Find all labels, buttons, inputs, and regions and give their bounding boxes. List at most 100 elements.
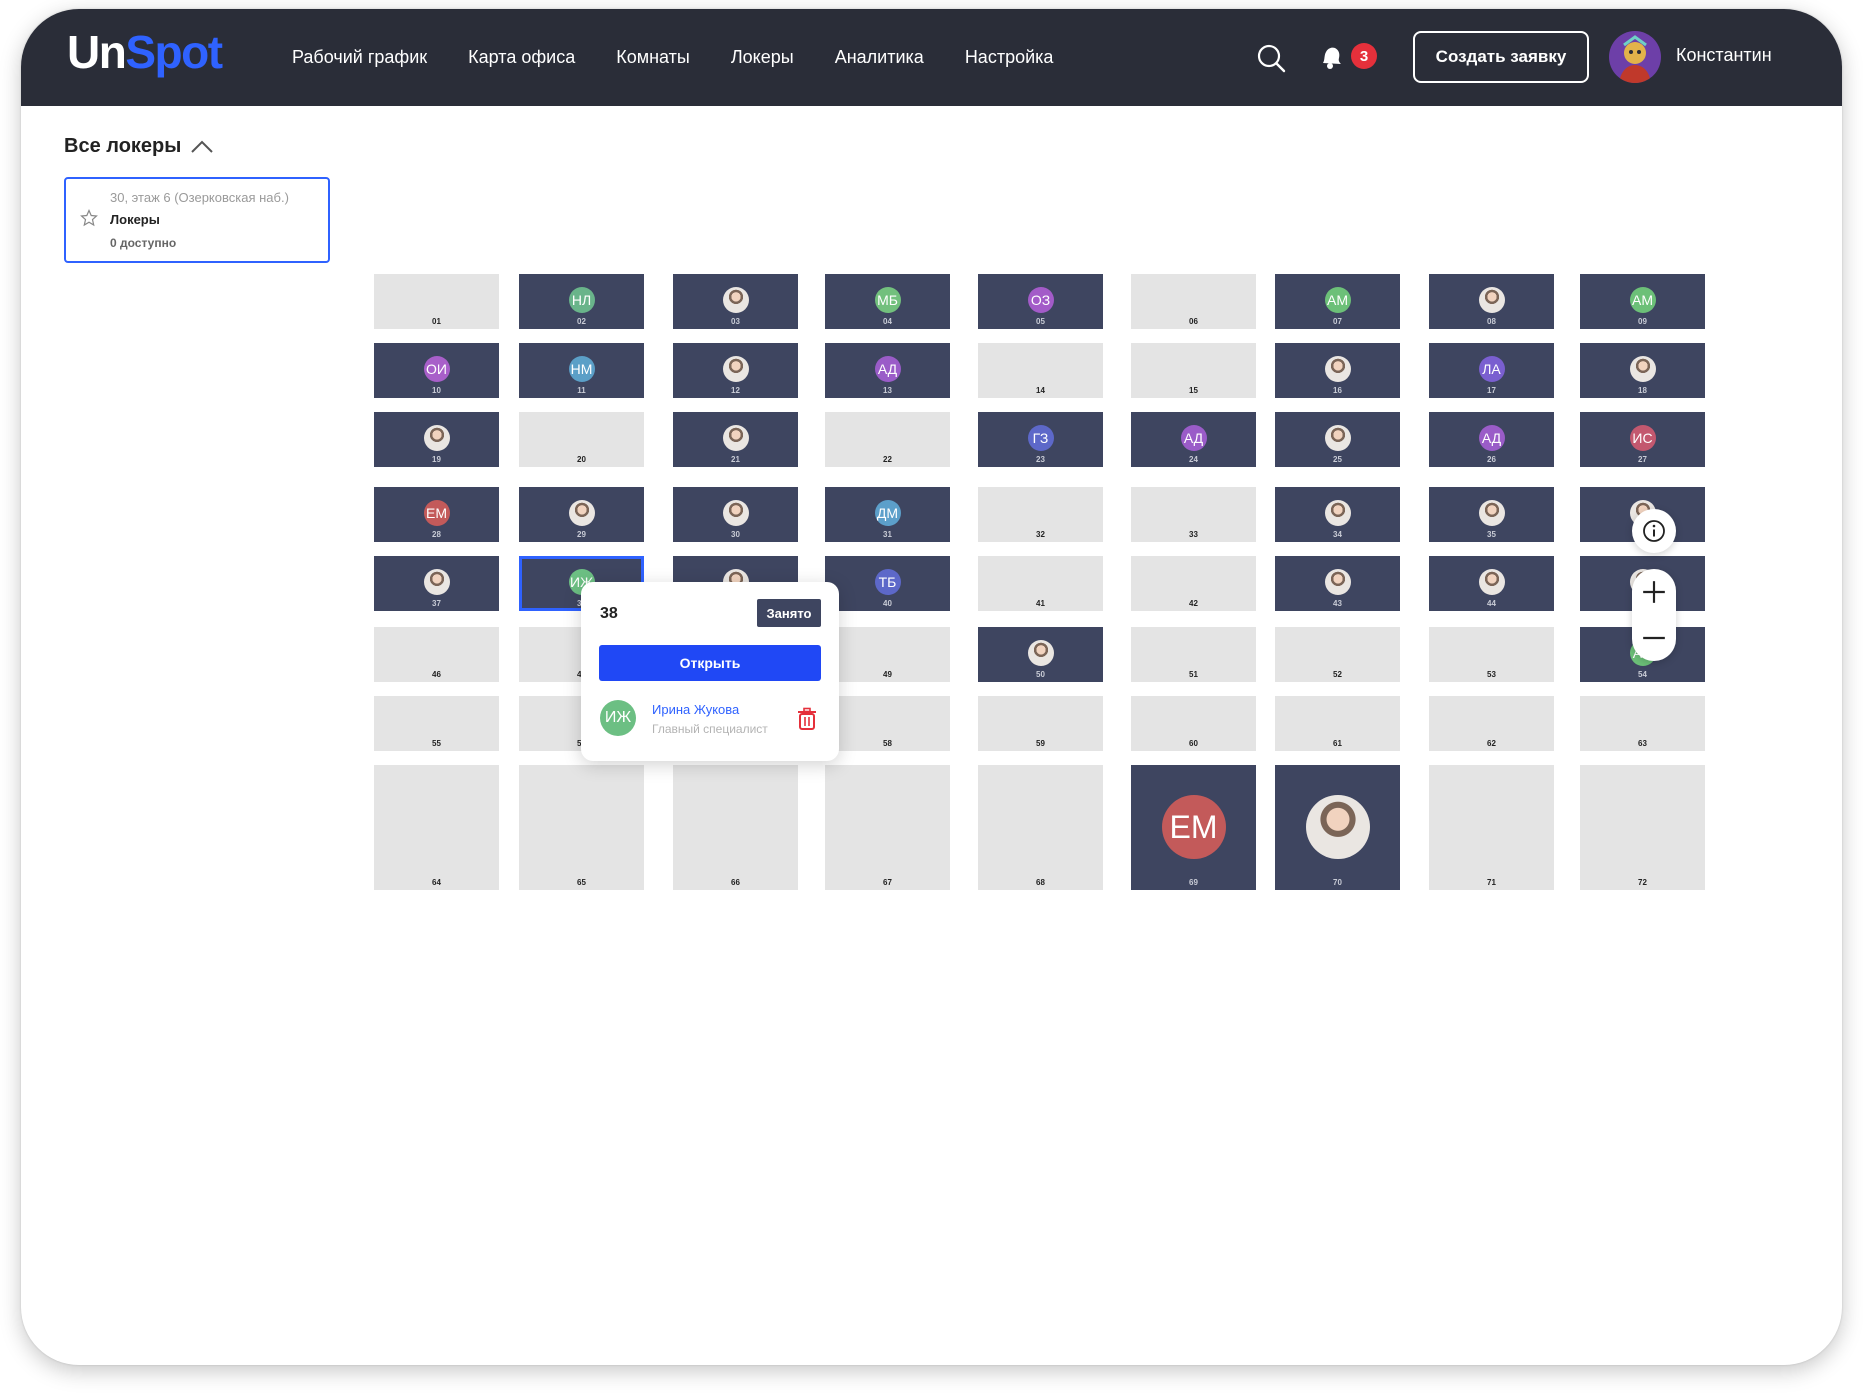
locker-49[interactable]: 49 xyxy=(825,627,950,682)
locker-user-photo xyxy=(423,569,450,595)
locker-user-avatar: НМ xyxy=(568,356,595,382)
locker-08[interactable]: 08 xyxy=(1429,274,1554,329)
locker-16[interactable]: 16 xyxy=(1275,343,1400,398)
locker-20[interactable]: 20 xyxy=(519,412,644,467)
locker-71[interactable]: 71 xyxy=(1429,765,1554,890)
locker-17[interactable]: ЛА 17 xyxy=(1429,343,1554,398)
locker-number: 62 xyxy=(1487,739,1496,748)
locker-01[interactable]: 01 xyxy=(374,274,499,329)
locker-number: 54 xyxy=(1638,670,1647,679)
zoom-controls xyxy=(1632,569,1676,661)
locker-number: 58 xyxy=(883,739,892,748)
locker-05[interactable]: ОЗ 05 xyxy=(978,274,1103,329)
locker-number: 67 xyxy=(883,878,892,887)
locker-14[interactable]: 14 xyxy=(978,343,1103,398)
locker-41[interactable]: 41 xyxy=(978,556,1103,611)
locker-user-photo xyxy=(1324,500,1351,526)
locker-09[interactable]: АМ 09 xyxy=(1580,274,1705,329)
locker-33[interactable]: 33 xyxy=(1131,487,1256,542)
locker-65[interactable]: 65 xyxy=(519,765,644,890)
locker-27[interactable]: ИС 27 xyxy=(1580,412,1705,467)
locker-23[interactable]: ГЗ 23 xyxy=(978,412,1103,467)
popup-user-name[interactable]: Ирина Жукова xyxy=(652,702,739,717)
locker-43[interactable]: 43 xyxy=(1275,556,1400,611)
locker-number: 63 xyxy=(1638,739,1647,748)
trash-icon[interactable] xyxy=(796,707,818,731)
locker-number: 42 xyxy=(1189,599,1198,608)
locker-04[interactable]: МБ 04 xyxy=(825,274,950,329)
locker-61[interactable]: 61 xyxy=(1275,696,1400,751)
locker-number: 04 xyxy=(883,317,892,326)
locker-03[interactable]: 03 xyxy=(673,274,798,329)
locker-02[interactable]: НЛ 02 xyxy=(519,274,644,329)
locker-51[interactable]: 51 xyxy=(1131,627,1256,682)
locker-number: 10 xyxy=(432,386,441,395)
locker-24[interactable]: АД 24 xyxy=(1131,412,1256,467)
locker-10[interactable]: ОИ 10 xyxy=(374,343,499,398)
locker-67[interactable]: 67 xyxy=(825,765,950,890)
locker-number: 27 xyxy=(1638,455,1647,464)
locker-13[interactable]: АД 13 xyxy=(825,343,950,398)
locker-25[interactable]: 25 xyxy=(1275,412,1400,467)
locker-number: 49 xyxy=(883,670,892,679)
locker-55[interactable]: 55 xyxy=(374,696,499,751)
locker-30[interactable]: 30 xyxy=(673,487,798,542)
locker-28[interactable]: ЕМ 28 xyxy=(374,487,499,542)
locker-60[interactable]: 60 xyxy=(1131,696,1256,751)
locker-69[interactable]: ЕМ 69 xyxy=(1131,765,1256,890)
locker-66[interactable]: 66 xyxy=(673,765,798,890)
locker-19[interactable]: 19 xyxy=(374,412,499,467)
popup-status-badge: Занято xyxy=(757,599,821,627)
locker-number: 72 xyxy=(1638,878,1647,887)
locker-number: 30 xyxy=(731,530,740,539)
open-locker-button[interactable]: Открыть xyxy=(599,645,821,681)
locker-62[interactable]: 62 xyxy=(1429,696,1554,751)
locker-11[interactable]: НМ 11 xyxy=(519,343,644,398)
locker-46[interactable]: 46 xyxy=(374,627,499,682)
locker-32[interactable]: 32 xyxy=(978,487,1103,542)
locker-user-photo xyxy=(1324,356,1351,382)
locker-34[interactable]: 34 xyxy=(1275,487,1400,542)
locker-number: 09 xyxy=(1638,317,1647,326)
locker-64[interactable]: 64 xyxy=(374,765,499,890)
locker-26[interactable]: АД 26 xyxy=(1429,412,1554,467)
locker-07[interactable]: АМ 07 xyxy=(1275,274,1400,329)
minus-icon xyxy=(1643,636,1665,640)
locker-42[interactable]: 42 xyxy=(1131,556,1256,611)
locker-number: 15 xyxy=(1189,386,1198,395)
locker-22[interactable]: 22 xyxy=(825,412,950,467)
locker-number: 37 xyxy=(432,599,441,608)
locker-user-avatar: АМ xyxy=(1324,287,1351,313)
locker-58[interactable]: 58 xyxy=(825,696,950,751)
zoom-out-button[interactable] xyxy=(1632,615,1676,661)
locker-29[interactable]: 29 xyxy=(519,487,644,542)
locker-06[interactable]: 06 xyxy=(1131,274,1256,329)
locker-user-avatar: МБ xyxy=(874,287,901,313)
locker-72[interactable]: 72 xyxy=(1580,765,1705,890)
zoom-in-button[interactable] xyxy=(1632,569,1676,615)
locker-68[interactable]: 68 xyxy=(978,765,1103,890)
locker-70[interactable]: 70 xyxy=(1275,765,1400,890)
locker-31[interactable]: ДМ 31 xyxy=(825,487,950,542)
locker-35[interactable]: 35 xyxy=(1429,487,1554,542)
locker-18[interactable]: 18 xyxy=(1580,343,1705,398)
locker-12[interactable]: 12 xyxy=(673,343,798,398)
info-button[interactable] xyxy=(1632,509,1676,553)
locker-user-avatar: ОЗ xyxy=(1027,287,1054,313)
locker-59[interactable]: 59 xyxy=(978,696,1103,751)
locker-50[interactable]: 50 xyxy=(978,627,1103,682)
locker-number: 11 xyxy=(577,386,586,395)
locker-number: 02 xyxy=(577,317,586,326)
locker-popup: 38 Занято Открыть ИЖ Ирина Жукова Главны… xyxy=(581,582,839,761)
locker-user-photo xyxy=(722,425,749,451)
locker-user-avatar: ЛА xyxy=(1478,356,1505,382)
locker-44[interactable]: 44 xyxy=(1429,556,1554,611)
locker-21[interactable]: 21 xyxy=(673,412,798,467)
locker-63[interactable]: 63 xyxy=(1580,696,1705,751)
locker-52[interactable]: 52 xyxy=(1275,627,1400,682)
locker-53[interactable]: 53 xyxy=(1429,627,1554,682)
locker-15[interactable]: 15 xyxy=(1131,343,1256,398)
locker-40[interactable]: ТБ 40 xyxy=(825,556,950,611)
locker-user-photo xyxy=(1324,569,1351,595)
locker-37[interactable]: 37 xyxy=(374,556,499,611)
